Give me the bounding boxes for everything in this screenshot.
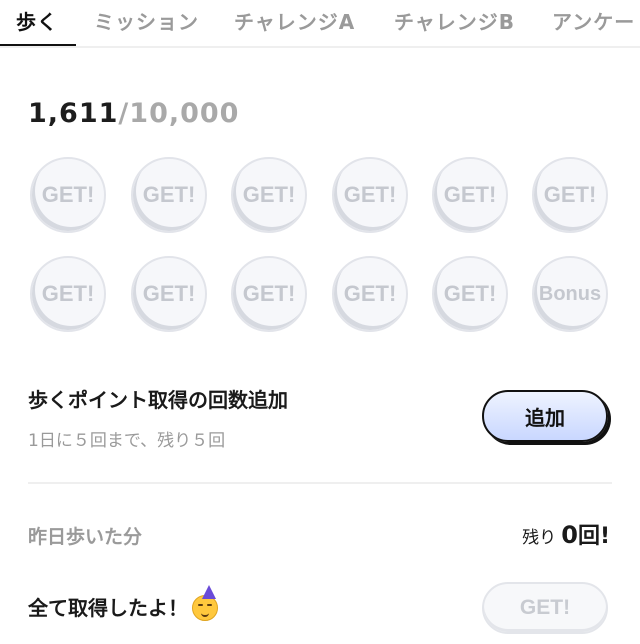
remaining-number: 0: [561, 521, 578, 549]
get-coin-3[interactable]: GET!: [231, 157, 307, 233]
tab-challenge-a[interactable]: チャレンジA: [234, 0, 355, 46]
get-coin-2[interactable]: GET!: [131, 157, 207, 233]
remaining-prefix: 残り: [522, 528, 557, 548]
get-coin-10[interactable]: GET!: [332, 256, 408, 332]
add-count-title: 歩くポイント取得の回数追加: [28, 388, 288, 412]
get-coin-11[interactable]: GET!: [432, 256, 508, 332]
get-coin-7[interactable]: GET!: [30, 256, 106, 332]
tab-walk[interactable]: 歩く: [16, 0, 58, 46]
get-yesterday-button[interactable]: GET!: [482, 582, 608, 634]
step-counter: 1,611/10,000: [28, 96, 239, 132]
remaining-count: 残り 0回!: [522, 518, 610, 550]
section-divider: [28, 482, 612, 484]
yesterday-label: 昨日歩いた分: [28, 526, 143, 548]
tab-survey[interactable]: アンケート: [552, 0, 640, 46]
get-coin-8[interactable]: GET!: [131, 256, 207, 332]
get-coin-1[interactable]: GET!: [30, 157, 106, 233]
get-coin-5[interactable]: GET!: [432, 157, 508, 233]
get-coin-6[interactable]: GET!: [532, 157, 608, 233]
bonus-coin[interactable]: Bonus: [532, 256, 608, 332]
active-tab-indicator: [0, 44, 76, 46]
add-button[interactable]: 追加: [482, 390, 608, 442]
goal-steps: 10,000: [129, 98, 240, 129]
add-count-subtitle: 1日に５回まで、残り５回: [28, 431, 226, 451]
tab-bar: 歩く ミッション チャレンジA チャレンジB アンケート: [0, 0, 640, 48]
all-got-text: 全て取得したよ！: [28, 596, 188, 620]
all-got-message: 全て取得したよ！: [28, 585, 220, 621]
tab-mission[interactable]: ミッション: [94, 0, 199, 46]
get-coin-4[interactable]: GET!: [332, 157, 408, 233]
current-steps: 1,611: [28, 98, 119, 129]
partying-face-icon: [192, 585, 220, 621]
tab-challenge-b[interactable]: チャレンジB: [394, 0, 515, 46]
steps-separator: /: [118, 98, 130, 129]
remaining-suffix: 回!: [577, 524, 610, 549]
get-coin-9[interactable]: GET!: [231, 256, 307, 332]
